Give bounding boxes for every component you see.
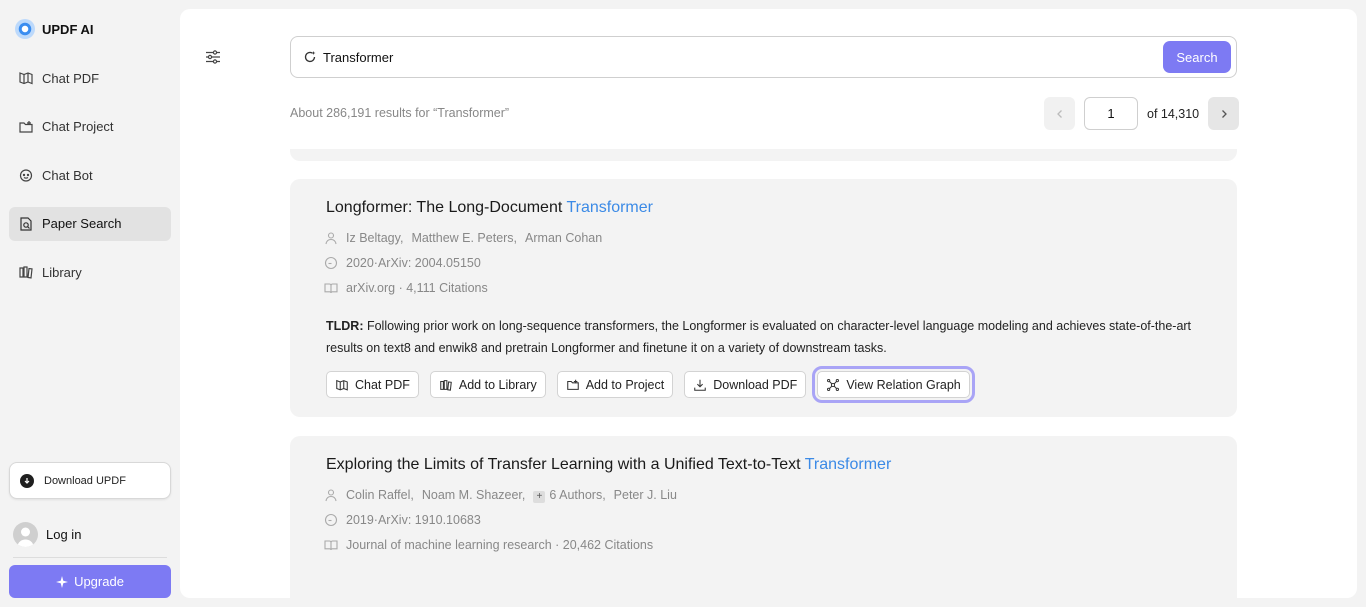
author-name[interactable]: Peter J. Liu: [614, 488, 677, 502]
upgrade-label: Upgrade: [74, 574, 124, 589]
more-authors-label: 6 Authors,: [549, 488, 606, 502]
search-button[interactable]: Search: [1163, 41, 1231, 73]
chat-pdf-icon: [336, 379, 348, 391]
brand[interactable]: UPDF AI: [15, 19, 94, 39]
sidebar-item-label: Chat Bot: [42, 167, 93, 183]
folder-icon: [566, 379, 579, 390]
more-authors[interactable]: +6 Authors,: [533, 488, 606, 503]
book-icon: [324, 283, 338, 294]
sidebar-nav: Chat PDF Chat Project Chat Bot Paper Sea…: [9, 61, 171, 304]
chat-pdf-button[interactable]: Chat PDF: [326, 371, 419, 398]
upgrade-button[interactable]: Upgrade: [9, 565, 171, 598]
venue-text: arXiv.org · 4,111 Citations: [346, 281, 488, 295]
chat-pdf-icon: [19, 72, 33, 85]
person-icon: [325, 489, 337, 502]
download-updf-button[interactable]: Download UPDF: [9, 462, 171, 499]
year-source-text: 2020·ArXiv: 2004.05150: [346, 256, 481, 270]
view-relation-graph-button[interactable]: View Relation Graph: [812, 366, 975, 403]
add-to-library-button[interactable]: Add to Library: [429, 371, 546, 398]
sidebar-divider: [13, 557, 167, 558]
paper-authors: Iz Beltagy, Matthew E. Peters, Arman Coh…: [324, 231, 602, 245]
year-source-text: 2019·ArXiv: 1910.10683: [346, 513, 481, 527]
relation-graph-icon: [827, 378, 840, 391]
sidebar-item-chat-bot[interactable]: Chat Bot: [9, 158, 171, 192]
download-icon: [20, 473, 34, 488]
main-panel: Search About 286,191 results for “Transf…: [180, 9, 1357, 598]
ai-search-icon: [304, 51, 316, 63]
view-relation-graph-label: View Relation Graph: [846, 377, 961, 392]
sidebar-item-label: Library: [42, 264, 82, 280]
paper-year-source: 2020·ArXiv: 2004.05150: [324, 256, 481, 270]
paper-title-highlight: Transformer: [566, 199, 653, 216]
paper-card: Exploring the Limits of Transfer Learnin…: [290, 436, 1237, 598]
sidebar-item-label: Chat Project: [42, 119, 114, 135]
plus-icon: +: [533, 490, 546, 503]
paper-title-text: Exploring the Limits of Transfer Learnin…: [326, 456, 805, 473]
paper-authors: Colin Raffel, Noam M. Shazeer, +6 Author…: [324, 488, 677, 503]
download-icon: [694, 379, 707, 391]
avatar-icon: [13, 522, 38, 547]
download-pdf-label: Download PDF: [713, 377, 798, 392]
updf-logo-icon: [15, 19, 35, 39]
prev-page-button[interactable]: [1044, 97, 1075, 130]
clock-icon: [324, 513, 338, 527]
paper-search-icon: [20, 217, 32, 231]
paper-title[interactable]: Longformer: The Long-Document Transforme…: [326, 199, 653, 217]
library-icon: [440, 379, 452, 391]
clock-icon: [324, 256, 338, 270]
page-total: of 14,310: [1147, 106, 1200, 121]
sidebar-item-chat-pdf[interactable]: Chat PDF: [9, 61, 171, 95]
page-number-input[interactable]: [1084, 97, 1138, 130]
paper-year-source: 2019·ArXiv: 1910.10683: [324, 513, 481, 527]
add-to-project-button[interactable]: Add to Project: [556, 371, 674, 398]
author-name[interactable]: Iz Beltagy,: [346, 231, 403, 245]
person-icon: [325, 232, 337, 245]
brand-name: UPDF AI: [42, 21, 94, 37]
bot-icon: [19, 169, 33, 182]
sidebar: UPDF AI Chat PDF Chat Project Chat Bot P…: [0, 0, 180, 607]
author-name[interactable]: Colin Raffel,: [346, 488, 414, 502]
author-name[interactable]: Matthew E. Peters,: [411, 231, 517, 245]
search-input[interactable]: [323, 49, 1143, 65]
book-icon: [324, 540, 338, 551]
download-updf-label: Download UPDF: [44, 474, 126, 487]
sidebar-item-paper-search[interactable]: Paper Search: [9, 206, 171, 241]
author-name[interactable]: Noam M. Shazeer,: [422, 488, 526, 502]
paper-venue: arXiv.org · 4,111 Citations: [324, 281, 488, 295]
next-page-button[interactable]: [1208, 97, 1240, 130]
paper-title-text: Longformer: The Long-Document: [326, 199, 567, 216]
download-pdf-button[interactable]: Download PDF: [684, 371, 807, 398]
folder-icon: [19, 120, 33, 133]
login-button[interactable]: Log in: [13, 522, 81, 547]
login-label: Log in: [46, 527, 82, 542]
paper-actions: Chat PDF Add to Library Add to Project D…: [326, 366, 975, 403]
filter-settings-icon[interactable]: [205, 49, 221, 65]
add-to-project-label: Add to Project: [585, 377, 665, 392]
chat-pdf-label: Chat PDF: [355, 377, 410, 392]
paper-title-highlight: Transformer: [804, 456, 892, 473]
paper-title[interactable]: Exploring the Limits of Transfer Learnin…: [326, 456, 891, 474]
results-summary: About 286,191 results for “Transformer”: [290, 106, 510, 120]
pagination: of 14,310: [1044, 97, 1240, 130]
library-icon: [19, 266, 33, 279]
previous-result-card: [290, 149, 1237, 161]
sidebar-item-chat-project[interactable]: Chat Project: [9, 110, 171, 144]
sparkle-icon: [56, 575, 69, 588]
add-to-library-label: Add to Library: [458, 377, 537, 392]
sidebar-item-library[interactable]: Library: [9, 255, 171, 289]
paper-tldr: TLDR: Following prior work on long-seque…: [326, 315, 1196, 359]
author-name[interactable]: Arman Cohan: [525, 231, 602, 245]
sidebar-item-label: Chat PDF: [42, 70, 100, 86]
tldr-text: Following prior work on long-sequence tr…: [326, 319, 1192, 355]
venue-text: Journal of machine learning research · 2…: [346, 538, 654, 552]
chevron-right-icon: [1221, 109, 1227, 118]
sidebar-item-label: Paper Search: [42, 216, 122, 232]
search-bar: Search: [290, 36, 1237, 78]
tldr-label: TLDR:: [326, 319, 364, 333]
chevron-left-icon: [1056, 109, 1062, 118]
paper-venue: Journal of machine learning research · 2…: [324, 538, 653, 552]
paper-card: Longformer: The Long-Document Transforme…: [290, 179, 1237, 417]
